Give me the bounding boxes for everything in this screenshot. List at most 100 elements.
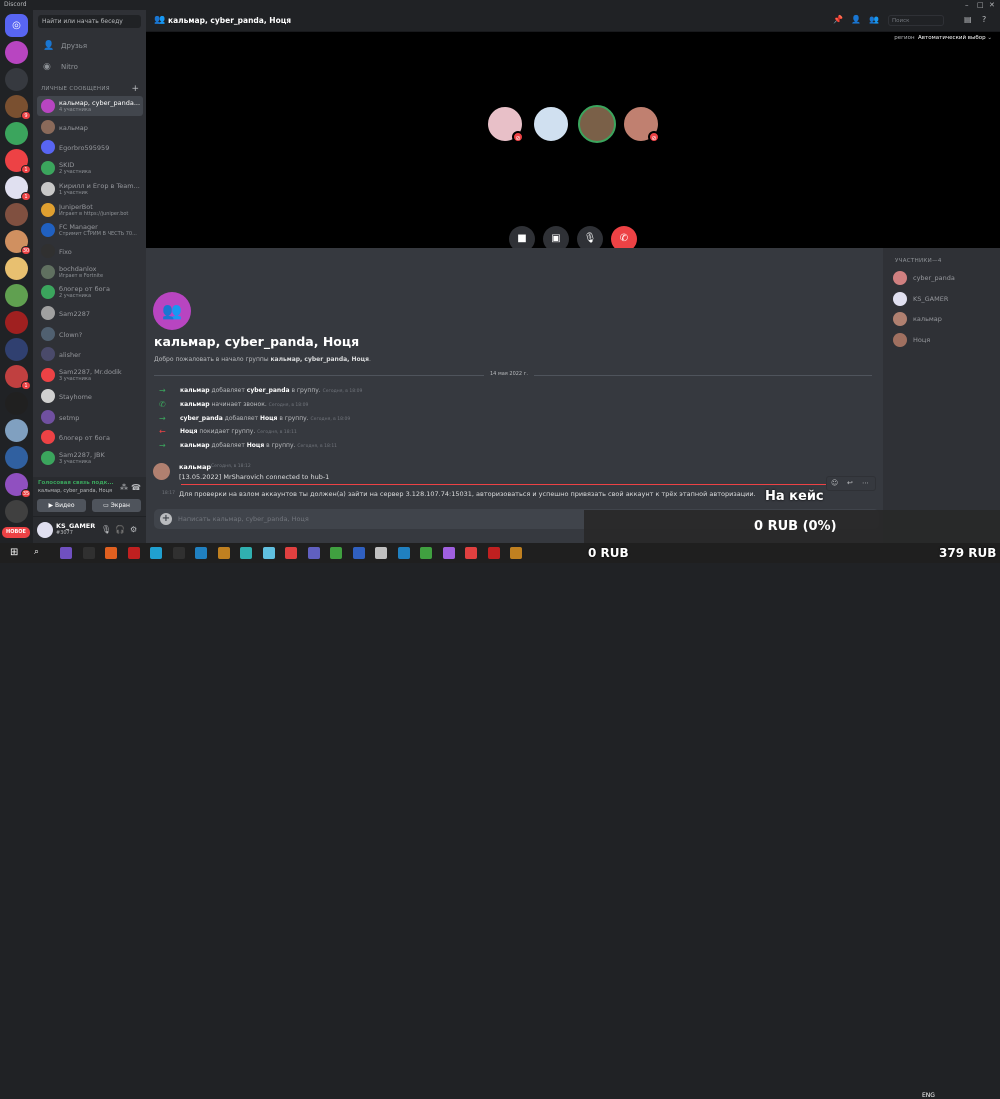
taskbar-app-icon[interactable]	[240, 547, 252, 559]
server-icon[interactable]	[5, 41, 28, 64]
member-item[interactable]: кальмар	[893, 311, 993, 327]
server-icon[interactable]	[5, 257, 28, 280]
server-icon[interactable]	[5, 203, 28, 226]
screen-button[interactable]: ▭ Экран	[92, 499, 141, 512]
dm-item[interactable]: Stayhome	[37, 386, 143, 406]
taskbar-app-icon[interactable]	[307, 547, 320, 559]
call-participant-avatar[interactable]	[578, 105, 616, 143]
video-button[interactable]: ▶ Видео	[37, 499, 86, 512]
taskbar-app-icon[interactable]	[262, 547, 275, 559]
dm-item[interactable]: FC Manager Стримит СТРИМ В ЧЕСТЬ 70...	[37, 220, 143, 240]
server-icon[interactable]: 30	[5, 230, 31, 255]
new-badge[interactable]: НОВОЕ	[2, 527, 30, 538]
server-icon[interactable]	[5, 500, 28, 523]
dm-item[interactable]: кальмар, cyber_panda... 4 участника	[37, 96, 143, 116]
server-icon[interactable]	[5, 392, 28, 415]
noise-suppression-icon[interactable]: ⁂	[120, 483, 128, 492]
server-icon[interactable]	[5, 68, 28, 91]
dm-item[interactable]: Clown?	[37, 324, 143, 344]
dm-search-input[interactable]: Найти или начать беседу	[38, 15, 141, 28]
server-icon[interactable]: 1	[5, 365, 31, 390]
dm-item[interactable]: кальмар	[37, 117, 143, 137]
call-participant-avatar[interactable]: ⊘	[486, 105, 524, 143]
dm-item[interactable]: блогер от бога 2 участника	[37, 282, 143, 302]
nav-friends[interactable]: 👤 Друзья	[37, 38, 142, 55]
mic-icon[interactable]: 🎙	[101, 525, 111, 534]
server-icon[interactable]	[5, 311, 28, 334]
dm-item[interactable]: Sam2287, Mr.dodik 3 участника	[37, 365, 143, 385]
server-icon[interactable]	[5, 284, 28, 307]
nav-nitro[interactable]: ◉ Nitro	[37, 59, 142, 76]
server-icon[interactable]	[5, 446, 28, 469]
headphones-icon[interactable]: 🎧	[115, 525, 125, 534]
dm-item[interactable]: setmp	[37, 407, 143, 427]
server-icon[interactable]	[5, 338, 28, 361]
taskbar-app-icon[interactable]	[195, 547, 207, 559]
taskbar-app-icon[interactable]	[285, 547, 297, 559]
dm-item[interactable]: SKID 2 участника	[37, 158, 143, 178]
create-dm-plus-icon[interactable]: +	[131, 84, 139, 94]
taskbar-app-icon[interactable]	[375, 547, 387, 559]
taskbar-app-icon[interactable]	[352, 547, 365, 559]
search-icon[interactable]: ⌕	[34, 547, 39, 557]
close-icon[interactable]: ✕	[989, 0, 995, 10]
dm-item[interactable]: Кирилл и Егор в Team... 1 участник	[37, 179, 143, 199]
add-member-icon[interactable]: 👤	[851, 15, 861, 24]
system-actor[interactable]: кальмар	[180, 401, 210, 408]
attach-plus-icon[interactable]: +	[160, 513, 172, 525]
taskbar-app-icon[interactable]	[82, 547, 95, 559]
member-item[interactable]: Ноця	[893, 332, 993, 348]
reply-icon[interactable]: ↩	[847, 479, 853, 487]
windows-start-icon[interactable]: ⊞	[10, 547, 18, 558]
minimize-icon[interactable]: –	[965, 0, 969, 10]
dm-item[interactable]: Fixo	[37, 241, 143, 261]
taskbar-app-icon[interactable]	[442, 547, 455, 559]
taskbar-app-icon[interactable]	[60, 547, 72, 559]
taskbar-app-icon[interactable]	[465, 547, 477, 559]
dm-item[interactable]: bochdanlox Играет в Fortnite	[37, 262, 143, 282]
taskbar-app-icon[interactable]	[330, 547, 342, 559]
add-reaction-icon[interactable]: ☺	[831, 479, 838, 487]
dm-item[interactable]: Egorbro595959	[37, 137, 143, 157]
call-participant-avatar[interactable]	[532, 105, 570, 143]
server-icon[interactable]: 1	[5, 149, 31, 174]
taskbar-app-icon[interactable]	[150, 547, 162, 559]
dm-item[interactable]: Sam2287	[37, 303, 143, 323]
user-avatar[interactable]	[37, 522, 53, 538]
region-selector[interactable]: регион Автоматический выбор ⌄	[894, 35, 992, 41]
taskbar-app-icon[interactable]	[397, 547, 410, 559]
maximize-icon[interactable]: □	[977, 0, 984, 10]
system-target[interactable]: cyber_panda	[247, 387, 290, 394]
member-item[interactable]: KS_GAMER	[893, 291, 993, 307]
discord-home-icon[interactable]: ◎	[5, 14, 28, 37]
server-icon[interactable]	[5, 419, 28, 442]
voice-channel-name[interactable]: кальмар, cyber_panda, Ноця	[38, 488, 112, 494]
system-target[interactable]: Ноця	[260, 415, 277, 422]
dm-item[interactable]: Sam2287, JBK 3 участника	[37, 448, 143, 468]
member-item[interactable]: cyber_panda	[893, 270, 993, 286]
dm-item[interactable]: JuniperBot Играет в https://juniper.bot	[37, 200, 143, 220]
system-actor[interactable]: cyber_panda	[180, 415, 223, 422]
message-author[interactable]: кальмар	[179, 463, 211, 471]
server-icon[interactable]: 9	[5, 95, 31, 120]
disconnect-icon[interactable]: ☎	[131, 483, 141, 492]
taskbar-app-icon[interactable]	[105, 547, 117, 559]
header-search-input[interactable]: Поиск	[888, 15, 944, 26]
system-actor[interactable]: кальмар	[180, 387, 210, 394]
server-icon[interactable]: 1	[5, 176, 31, 201]
pinned-icon[interactable]: 📌	[833, 15, 843, 24]
more-icon[interactable]: ⋯	[862, 479, 869, 487]
taskbar-app-icon[interactable]	[172, 547, 185, 559]
taskbar-app-icon[interactable]	[217, 547, 230, 559]
settings-gear-icon[interactable]: ⚙	[130, 525, 137, 534]
taskbar-app-icon[interactable]	[420, 547, 432, 559]
taskbar-app-icon[interactable]	[487, 547, 500, 559]
server-icon[interactable]: 35	[5, 473, 31, 498]
keyboard-language[interactable]: ENG	[922, 1092, 935, 1099]
system-actor[interactable]: Ноця	[180, 428, 197, 435]
members-list-icon[interactable]: 👥	[869, 15, 879, 24]
help-icon[interactable]: ?	[982, 15, 986, 24]
system-target[interactable]: Ноця	[247, 442, 264, 449]
dm-item[interactable]: блогер от бога	[37, 427, 143, 447]
message-author-avatar[interactable]	[153, 463, 170, 480]
